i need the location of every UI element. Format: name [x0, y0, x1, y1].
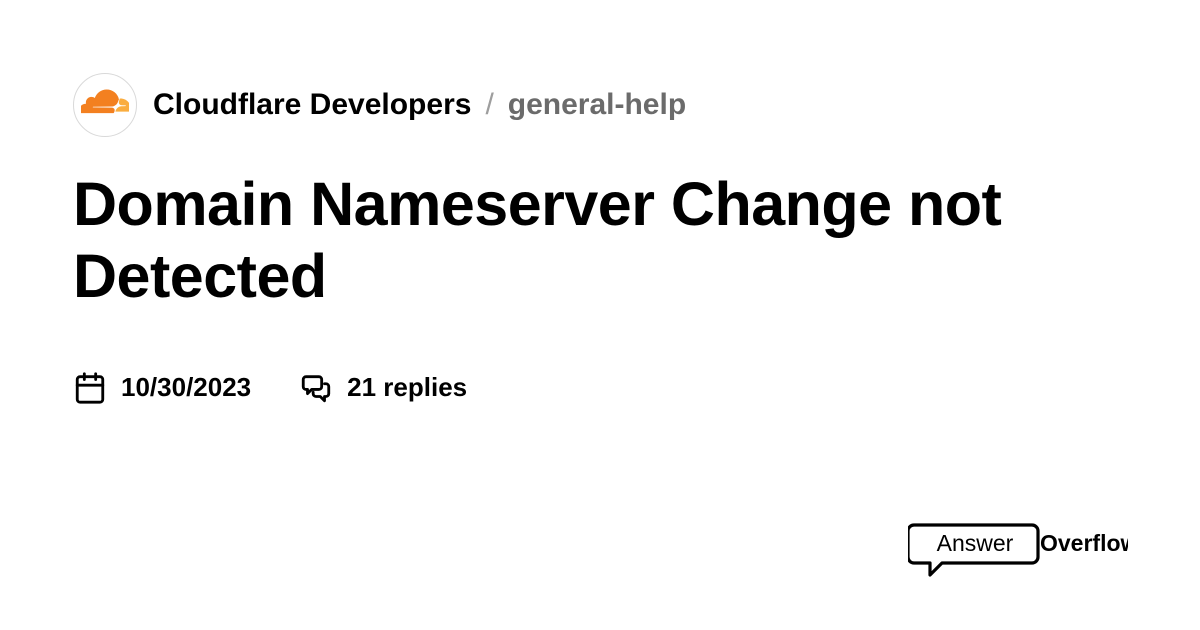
date-text: 10/30/2023	[121, 372, 251, 403]
breadcrumb-channel: general-help	[508, 88, 686, 122]
breadcrumb-separator: /	[485, 88, 493, 122]
meta-replies: 21 replies	[299, 371, 467, 405]
page-title: Domain Nameserver Change not Detected	[73, 169, 1127, 313]
breadcrumb-server: Cloudflare Developers	[153, 88, 471, 122]
cloudflare-icon	[81, 81, 129, 129]
svg-text:Answer: Answer	[937, 530, 1014, 556]
meta-date: 10/30/2023	[73, 371, 251, 405]
server-avatar	[73, 73, 137, 137]
svg-text:Overflow: Overflow	[1040, 530, 1128, 556]
meta-row: 10/30/2023 21 replies	[73, 371, 1127, 405]
replies-text: 21 replies	[347, 372, 467, 403]
calendar-icon	[73, 371, 107, 405]
breadcrumb: Cloudflare Developers / general-help	[73, 73, 1127, 137]
breadcrumb-text: Cloudflare Developers / general-help	[153, 88, 686, 122]
replies-icon	[299, 371, 333, 405]
answer-overflow-logo: Answer Overflow	[908, 519, 1128, 581]
footer-brand: Answer Overflow	[908, 519, 1128, 586]
